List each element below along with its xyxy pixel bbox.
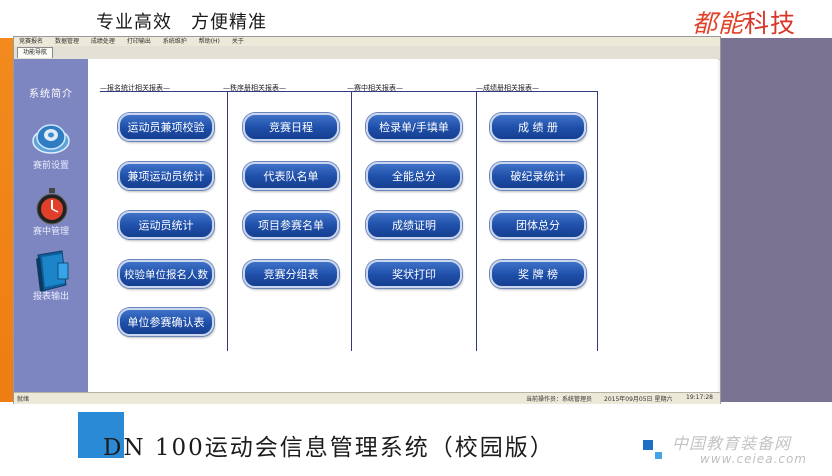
report-panel: —报名统计相关报表— —秩序册相关报表— —赛中相关报表— —成绩册相关报表— … bbox=[88, 59, 718, 392]
award-print-button[interactable]: 奖状打印 bbox=[366, 260, 462, 288]
purple-decor-block bbox=[721, 38, 832, 402]
status-operator: 当前操作员：系统管理员 bbox=[526, 396, 593, 403]
group-divider bbox=[227, 91, 228, 351]
sidebar-item-setup[interactable]: 赛前设置 bbox=[14, 158, 88, 171]
orange-side-bar bbox=[0, 38, 13, 402]
brand-text-part2: 科技 bbox=[743, 9, 796, 38]
watermark-square-icon bbox=[655, 452, 662, 459]
group-divider-top bbox=[100, 91, 598, 92]
group-divider bbox=[351, 91, 352, 351]
watermark-text: 中国教育装备网 bbox=[672, 434, 792, 453]
menu-item[interactable]: 系统维护 bbox=[163, 37, 187, 46]
brand-logo: 都能科技 bbox=[692, 4, 796, 40]
menu-bar: 竞赛报名 数据管理 成绩处理 打印输出 系统维护 帮助(H) 关于 bbox=[14, 37, 720, 46]
status-bar: 就绪 当前操作员：系统管理员 2015年09月05日 星期六 19:17:28 bbox=[14, 392, 720, 404]
record-break-stats-button[interactable]: 破纪录统计 bbox=[490, 162, 586, 190]
status-time: 19:17:28 bbox=[686, 394, 713, 401]
athlete-stats-button[interactable]: 运动员统计 bbox=[118, 211, 214, 239]
sidebar-item-in-game[interactable]: 赛中管理 bbox=[14, 224, 88, 237]
results-book-button[interactable]: 成 绩 册 bbox=[490, 113, 586, 141]
check-in-sheet-button[interactable]: 检录单/手填单 bbox=[366, 113, 462, 141]
sidebar: 系统简介 赛前设置 赛中管理 报表输出 bbox=[14, 59, 88, 392]
sidebar-title[interactable]: 系统简介 bbox=[14, 85, 88, 100]
menu-item[interactable]: 关于 bbox=[232, 37, 244, 46]
book-icon[interactable] bbox=[32, 249, 72, 293]
team-roster-button[interactable]: 代表队名单 bbox=[243, 162, 339, 190]
unit-registration-count-button[interactable]: 校验单位报名人数 bbox=[118, 260, 214, 288]
group-divider bbox=[476, 91, 477, 351]
tab-strip: 功能导航 bbox=[14, 46, 720, 60]
unit-confirmation-button[interactable]: 单位参赛确认表 bbox=[118, 308, 214, 336]
slogan-text: 专业高效 方便精准 bbox=[96, 12, 267, 33]
watermark-square-icon bbox=[643, 440, 653, 450]
status-ready: 就绪 bbox=[17, 396, 30, 403]
menu-item[interactable]: 竞赛报名 bbox=[19, 37, 43, 46]
watermark-url: www.ceiea.com bbox=[700, 452, 807, 466]
status-date: 2015年09月05日 星期六 bbox=[604, 396, 673, 403]
tab-navigation[interactable]: 功能导航 bbox=[17, 47, 54, 58]
sidebar-item-reports[interactable]: 报表输出 bbox=[14, 289, 88, 302]
menu-item[interactable]: 成绩处理 bbox=[91, 37, 115, 46]
multi-event-athlete-stats-button[interactable]: 兼项运动员统计 bbox=[118, 162, 214, 190]
brand-text-part1: 都能 bbox=[691, 9, 744, 38]
group-divider bbox=[597, 91, 598, 351]
athlete-multi-event-check-button[interactable]: 运动员兼项校验 bbox=[118, 113, 214, 141]
event-entry-list-button[interactable]: 项目参赛名单 bbox=[243, 211, 339, 239]
page-title: DN 100运动会信息管理系统（校园版） bbox=[103, 435, 555, 461]
team-total-button[interactable]: 团体总分 bbox=[490, 211, 586, 239]
combined-total-button[interactable]: 全能总分 bbox=[366, 162, 462, 190]
stopwatch-icon[interactable] bbox=[34, 187, 70, 225]
medal-table-button[interactable]: 奖 牌 榜 bbox=[490, 260, 586, 288]
competition-schedule-button[interactable]: 竞赛日程 bbox=[243, 113, 339, 141]
disc-icon[interactable] bbox=[31, 117, 71, 157]
result-certificate-button[interactable]: 成绩证明 bbox=[366, 211, 462, 239]
menu-item[interactable]: 打印输出 bbox=[127, 37, 151, 46]
app-window: 竞赛报名 数据管理 成绩处理 打印输出 系统维护 帮助(H) 关于 功能导航 系… bbox=[13, 36, 721, 404]
heat-grouping-button[interactable]: 竞赛分组表 bbox=[243, 260, 339, 288]
menu-item[interactable]: 数据管理 bbox=[55, 37, 79, 46]
menu-item[interactable]: 帮助(H) bbox=[199, 37, 220, 46]
